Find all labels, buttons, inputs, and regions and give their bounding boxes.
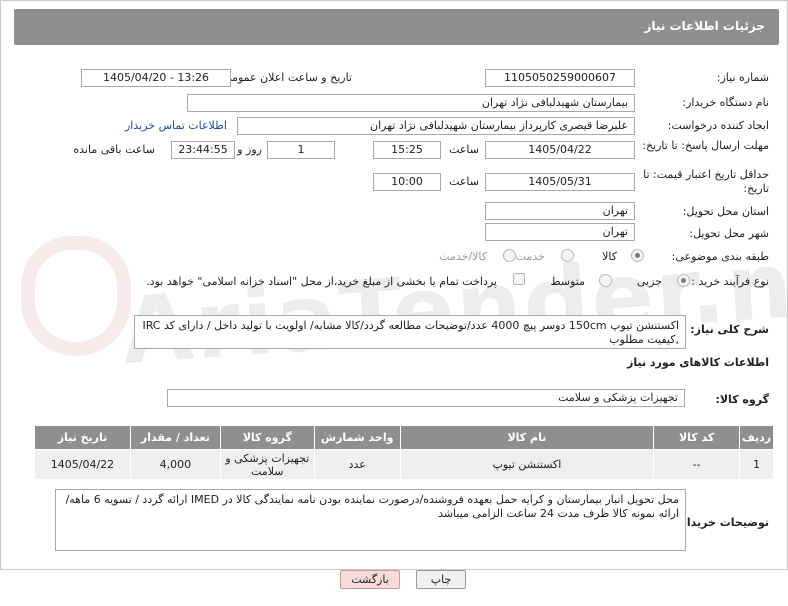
need-number-label: شماره نیاز: [716, 71, 769, 84]
delivery-city-label: شهر محل تحویل: [689, 227, 769, 240]
col-unit: واحد شمارش [313, 425, 401, 450]
page-title: جزئیات اطلاعات نیاز [644, 19, 765, 33]
col-quantity: تعداد / مقدار [129, 425, 221, 450]
process-minor-option: جزیی [636, 275, 662, 288]
items-table: ردیف کد کالا نام کالا واحد شمارش گروه کا… [34, 425, 774, 480]
category-goods-radio[interactable] [631, 249, 644, 262]
process-minor-radio[interactable] [677, 274, 690, 287]
category-both-radio[interactable] [503, 249, 516, 262]
buyer-notes-label: توضیحات خریدار: [676, 516, 769, 529]
col-item-name: نام کالا [399, 425, 655, 450]
process-type-label: نوع فرآیند خرید : [691, 275, 769, 288]
reply-days-field[interactable]: 1 [267, 141, 335, 159]
panel-header: جزئیات اطلاعات نیاز [14, 9, 779, 45]
cell-unit: عدد [313, 449, 401, 480]
description-label: شرح کلی نیاز: [690, 323, 769, 336]
watermark-logo-icon [21, 236, 131, 356]
buyer-contact-link[interactable]: اطلاعات تماس خریدار [125, 119, 227, 132]
announce-date-label: تاریخ و ساعت اعلان عمومی: [219, 71, 352, 84]
remaining-time-label: ساعت باقی مانده [73, 143, 155, 156]
cell-item-name: اکستنشن تیوپ [399, 449, 655, 480]
treasury-payment-checkbox[interactable] [513, 273, 525, 285]
treasury-payment-note: پرداخت تمام یا بخشی از مبلغ خرید،از محل … [146, 275, 497, 288]
col-goods-group: گروه کالا [219, 425, 315, 450]
category-label: طبقه بندی موضوعی: [671, 250, 769, 263]
buyer-notes-textarea[interactable]: محل تحویل انبار بیمارستان و کرایه حمل بع… [55, 489, 686, 551]
announce-date-field[interactable]: 1405/04/20 - 13:26 [81, 69, 231, 87]
print-button[interactable]: چاپ [416, 570, 466, 589]
requester-field[interactable]: علیرضا قیصری کارپرداز بیمارستان شهیدلباف… [237, 117, 635, 135]
buyer-org-label: نام دستگاه خریدار: [682, 96, 769, 109]
description-textarea[interactable]: اکستنشن تیوپ 150cm دوسر پیچ 4000 عدد/توض… [134, 315, 686, 349]
category-goods-option: کالا [602, 250, 617, 263]
days-label: روز و [237, 143, 262, 156]
goods-group-field[interactable]: تجهیزات پزشکی و سلامت [167, 389, 685, 407]
details-panel: جزئیات اطلاعات نیاز AriaTender.net شماره… [0, 0, 788, 570]
cell-need-date: 1405/04/22 [34, 449, 131, 480]
delivery-city-field[interactable]: تهران [485, 223, 635, 241]
cell-item-code: -- [653, 449, 741, 480]
reply-deadline-date-field[interactable]: 1405/04/22 [485, 141, 635, 159]
table-row: 1 -- اکستنشن تیوپ عدد تجهیزات پزشکی و سل… [34, 449, 774, 480]
price-validity-time-label: ساعت [449, 175, 479, 188]
cell-row-number: 1 [739, 449, 774, 480]
price-validity-label: حداقل تاریخ اعتبار قیمت: تا تاریخ: [643, 168, 769, 195]
process-medium-radio[interactable] [599, 274, 612, 287]
goods-section-title: اطلاعات کالاهای مورد نیاز [627, 356, 769, 369]
buyer-org-field[interactable]: بیمارستان شهیدلبافی نژاد تهران [187, 94, 635, 112]
reply-deadline-time-label: ساعت [449, 143, 479, 156]
cell-quantity: 4,000 [129, 449, 221, 480]
reply-deadline-label: مهلت ارسال پاسخ: تا تاریخ: [642, 139, 769, 152]
goods-group-label: گروه کالا: [715, 393, 769, 406]
items-table-header: ردیف کد کالا نام کالا واحد شمارش گروه کا… [34, 425, 774, 450]
remaining-time-field[interactable]: 23:44:55 [171, 141, 235, 159]
back-button[interactable]: بازگشت [340, 570, 400, 589]
category-service-option: خدمت [515, 250, 545, 263]
col-need-date: تاریخ نیاز [34, 425, 131, 450]
cell-goods-group: تجهیزات پزشکی و سلامت [219, 449, 315, 480]
reply-deadline-time-field[interactable]: 15:25 [373, 141, 441, 159]
price-validity-time-field[interactable]: 10:00 [373, 173, 441, 191]
requester-label: ایجاد کننده درخواست: [667, 119, 769, 132]
col-row-number: ردیف [739, 425, 774, 450]
delivery-province-label: استان محل تحویل: [682, 205, 769, 218]
category-service-radio[interactable] [561, 249, 574, 262]
category-both-option: کالا/خدمت [439, 250, 487, 263]
delivery-province-field[interactable]: تهران [485, 202, 635, 220]
price-validity-date-field[interactable]: 1405/05/31 [485, 173, 635, 191]
process-medium-option: متوسط [550, 275, 585, 288]
col-item-code: کد کالا [653, 425, 741, 450]
need-number-field[interactable]: 1105050259000607 [485, 69, 635, 87]
